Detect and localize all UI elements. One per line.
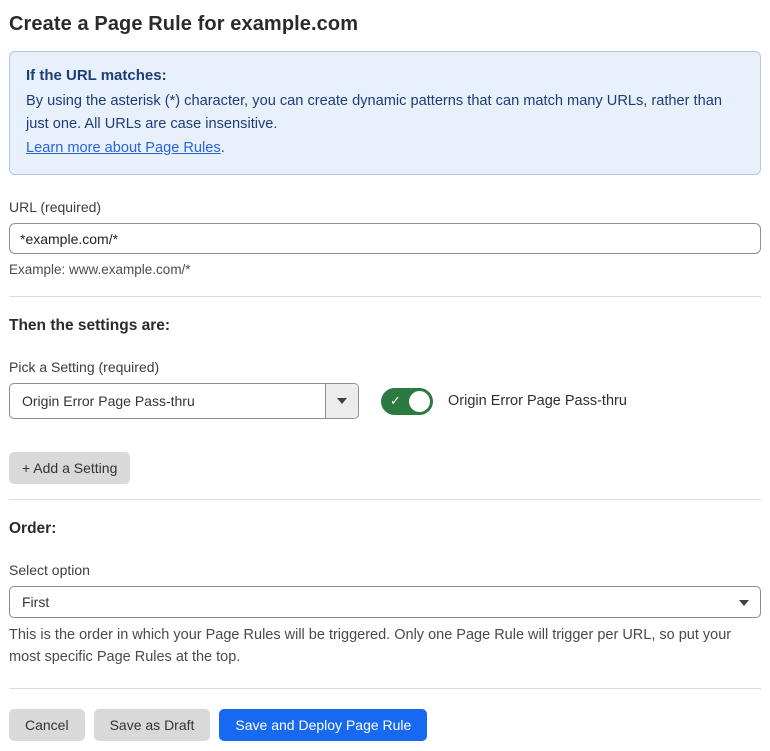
cancel-button[interactable]: Cancel bbox=[9, 708, 85, 741]
order-select-label: Select option bbox=[9, 562, 90, 579]
footer-actions: Cancel Save as Draft Save and Deploy Pag… bbox=[9, 708, 761, 741]
divider bbox=[9, 687, 761, 689]
pick-setting-label: Pick a Setting (required) bbox=[9, 359, 160, 376]
setting-toggle[interactable]: ✓ bbox=[381, 387, 433, 415]
setting-select-arrow-button[interactable] bbox=[325, 384, 358, 419]
order-select-value: First bbox=[22, 594, 50, 611]
check-icon: ✓ bbox=[390, 393, 401, 409]
info-box-heading: If the URL matches: bbox=[26, 67, 167, 84]
order-section-heading: Order: bbox=[9, 520, 57, 538]
order-select[interactable]: First bbox=[9, 586, 761, 619]
learn-more-link[interactable]: Learn more about Page Rules bbox=[26, 140, 221, 156]
page-rule-form: Create a Page Rule for example.com If th… bbox=[0, 0, 770, 751]
toggle-knob bbox=[409, 390, 430, 412]
setting-select-value: Origin Error Page Pass-thru bbox=[22, 393, 195, 410]
setting-select[interactable]: Origin Error Page Pass-thru bbox=[9, 383, 359, 420]
info-box-body: By using the asterisk (*) character, you… bbox=[26, 93, 722, 133]
save-deploy-button[interactable]: Save and Deploy Page Rule bbox=[219, 708, 428, 741]
chevron-down-icon bbox=[739, 600, 749, 607]
setting-toggle-label: Origin Error Page Pass-thru bbox=[448, 393, 627, 410]
chevron-down-icon bbox=[337, 398, 347, 405]
divider bbox=[9, 499, 761, 501]
settings-section-heading: Then the settings are: bbox=[9, 317, 171, 335]
page-title: Create a Page Rule for example.com bbox=[9, 13, 359, 35]
url-input[interactable] bbox=[9, 223, 761, 255]
url-example-helper: Example: www.example.com/* bbox=[9, 262, 191, 278]
url-match-info-box: If the URL matches: By using the asteris… bbox=[9, 51, 761, 176]
save-draft-button[interactable]: Save as Draft bbox=[93, 708, 211, 741]
divider bbox=[9, 296, 761, 298]
setting-row: Origin Error Page Pass-thru ✓ Origin Err… bbox=[9, 383, 761, 420]
link-suffix: . bbox=[220, 139, 225, 156]
add-setting-button[interactable]: + Add a Setting bbox=[9, 452, 131, 485]
url-field-label: URL (required) bbox=[9, 199, 102, 216]
order-helper-text: This is the order in which your Page Rul… bbox=[9, 627, 732, 665]
info-box-link-line: Learn more about Page Rules. bbox=[26, 137, 744, 160]
